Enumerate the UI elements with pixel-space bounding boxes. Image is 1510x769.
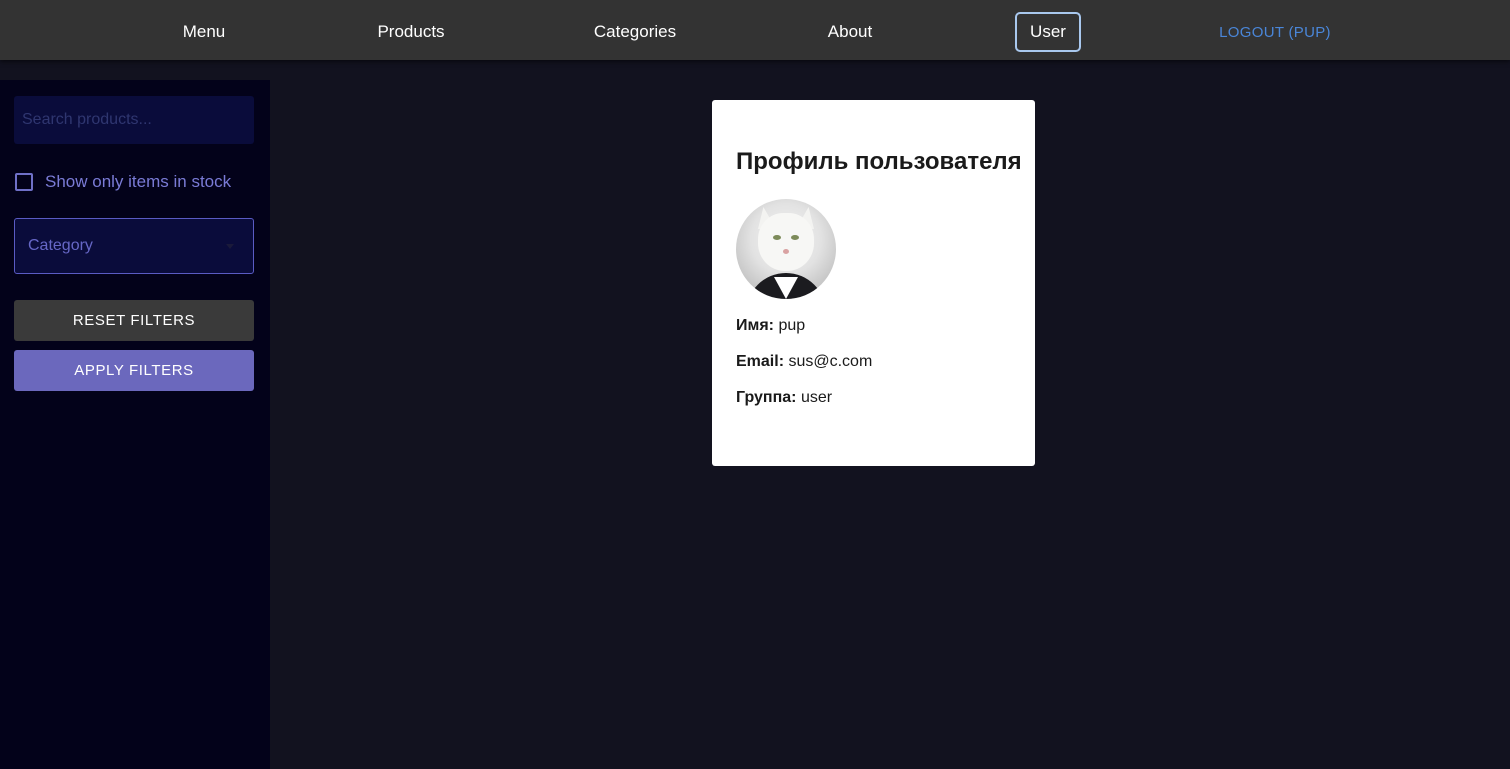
- avatar-eye-left: [773, 235, 781, 240]
- profile-group-label: Группа:: [736, 389, 797, 406]
- category-select[interactable]: Category: [14, 218, 254, 274]
- profile-email-label: Email:: [736, 353, 785, 370]
- avatar-eye-right: [791, 235, 799, 240]
- nav-about[interactable]: About: [814, 12, 886, 52]
- avatar-cat-head: [758, 213, 814, 271]
- profile-name-value: pup: [778, 317, 806, 334]
- profile-group-value: user: [800, 389, 833, 406]
- filter-sidebar: Show only items in stock Category RESET …: [0, 80, 270, 769]
- search-input[interactable]: [14, 96, 254, 144]
- profile-name-label: Имя:: [736, 317, 774, 334]
- stock-checkbox[interactable]: [15, 173, 33, 191]
- logout-link[interactable]: LOGOUT (PUP): [1205, 12, 1345, 52]
- stock-checkbox-label: Show only items in stock: [45, 172, 232, 191]
- profile-name-row: Имя: pup: [736, 317, 1011, 335]
- avatar-nose: [783, 249, 789, 254]
- stock-filter[interactable]: Show only items in stock: [15, 172, 231, 192]
- apply-filters-button[interactable]: APPLY FILTERS: [14, 350, 254, 391]
- profile-email-row: Email: sus@c.com: [736, 353, 1011, 371]
- nav-menu[interactable]: Menu: [169, 12, 240, 52]
- nav-user[interactable]: User: [1015, 12, 1081, 52]
- profile-title: Профиль пользователя: [736, 148, 1022, 175]
- nav-products[interactable]: Products: [363, 12, 458, 52]
- user-profile-card: Профиль пользователя Имя: pup Email: sus…: [712, 100, 1035, 466]
- profile-email-value: sus@c.com: [788, 353, 873, 370]
- profile-group-row: Группа: user: [736, 389, 1011, 407]
- reset-filters-button[interactable]: RESET FILTERS: [14, 300, 254, 341]
- category-select-label: Category: [28, 237, 93, 254]
- top-navigation-bar: Menu Products Categories About User LOGO…: [0, 0, 1510, 60]
- chevron-down-icon: [226, 243, 234, 249]
- nav-categories[interactable]: Categories: [580, 12, 690, 52]
- avatar: [736, 199, 836, 299]
